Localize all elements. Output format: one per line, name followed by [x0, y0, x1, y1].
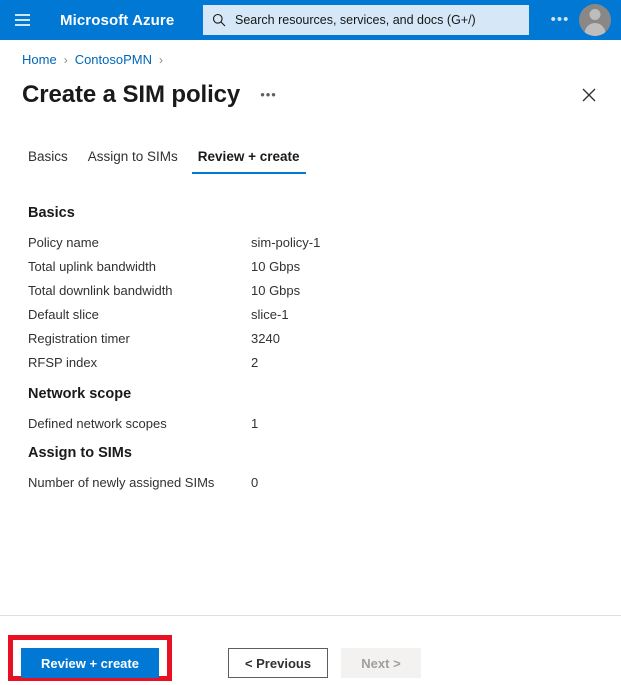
section-heading-assign-to-sims: Assign to SIMs — [28, 445, 132, 461]
summary-row-policy-name: Policy name sim-policy-1 — [0, 235, 621, 250]
avatar[interactable] — [579, 4, 611, 36]
breadcrumb-item-contosopmn[interactable]: ContosoPMN — [75, 52, 152, 67]
summary-row-total-downlink-bandwidth: Total downlink bandwidth 10 Gbps — [0, 283, 621, 298]
breadcrumb: Home › ContosoPMN › — [22, 52, 163, 67]
review-summary: Basics Policy name sim-policy-1 Total up… — [0, 205, 621, 615]
summary-value: 10 Gbps — [251, 283, 301, 298]
summary-label: Defined network scopes — [28, 416, 167, 431]
summary-label: Default slice — [28, 307, 99, 322]
global-top-bar: Microsoft Azure Search resources, servic… — [0, 0, 621, 40]
summary-label: Registration timer — [28, 331, 130, 346]
page-title: Create a SIM policy — [22, 81, 241, 108]
summary-label: RFSP index — [28, 355, 98, 370]
section-basics: Basics Policy name sim-policy-1 Total up… — [0, 205, 621, 370]
previous-button[interactable]: < Previous — [228, 648, 328, 678]
tab-basics-label: Basics — [28, 149, 68, 164]
summary-value: 0 — [251, 475, 259, 490]
chevron-right-icon: › — [159, 52, 163, 67]
tab-basics[interactable]: Basics — [18, 145, 78, 174]
tab-assign-to-sims[interactable]: Assign to SIMs — [78, 145, 188, 174]
tab-review-create-label: Review + create — [197, 149, 300, 164]
chevron-right-icon: › — [63, 52, 68, 67]
summary-label: Number of newly assigned SIMs — [28, 475, 215, 490]
summary-value: 2 — [251, 355, 259, 370]
tab-assign-to-sims-label: Assign to SIMs — [87, 149, 178, 164]
summary-label: Total uplink bandwidth — [28, 259, 156, 274]
hamburger-icon[interactable] — [0, 0, 44, 40]
summary-row-number-of-newly-assigned-sims: Number of newly assigned SIMs 0 — [0, 475, 621, 490]
blade-more-icon[interactable]: ••• — [256, 87, 281, 103]
blade-panel: Home › ContosoPMN › Create a SIM policy … — [0, 40, 621, 685]
summary-value: sim-policy-1 — [251, 235, 321, 250]
summary-row-defined-network-scopes: Defined network scopes 1 — [0, 416, 621, 431]
summary-value: 10 Gbps — [251, 259, 301, 274]
summary-row-total-uplink-bandwidth: Total uplink bandwidth 10 Gbps — [0, 259, 621, 274]
hamburger-bar — [14, 24, 30, 26]
hamburger-bar — [14, 14, 30, 16]
close-icon[interactable] — [575, 81, 603, 109]
search-icon — [212, 13, 226, 27]
search-input-placeholder[interactable]: Search resources, services, and docs (G+… — [235, 13, 476, 27]
section-heading-network-scope: Network scope — [28, 386, 132, 402]
breadcrumb-item-home[interactable]: Home — [22, 52, 57, 67]
summary-row-rfsp-index: RFSP index 2 — [0, 355, 621, 370]
hamburger-bar — [14, 19, 30, 21]
summary-label: Policy name — [28, 235, 99, 250]
section-heading-basics: Basics — [28, 205, 75, 221]
summary-label: Total downlink bandwidth — [28, 283, 173, 298]
top-bar-actions: ••• — [543, 0, 621, 40]
wizard-tabs: Basics Assign to SIMs Review + create — [18, 145, 621, 181]
summary-row-default-slice: Default slice slice-1 — [0, 307, 621, 322]
top-bar-more-icon[interactable]: ••• — [543, 0, 577, 40]
section-network-scope: Network scope Defined network scopes 1 — [0, 386, 621, 431]
tab-review-create[interactable]: Review + create — [188, 145, 310, 174]
summary-value: slice-1 — [251, 307, 289, 322]
global-search-box[interactable]: Search resources, services, and docs (G+… — [203, 5, 529, 35]
next-button: Next > — [341, 648, 421, 678]
blade-footer: Review + create < Previous Next > — [0, 616, 621, 685]
review-create-button[interactable]: Review + create — [21, 648, 159, 678]
section-assign-to-sims: Assign to SIMs Number of newly assigned … — [0, 445, 621, 490]
summary-value: 3240 — [251, 331, 280, 346]
summary-value: 1 — [251, 416, 259, 431]
summary-row-registration-timer: Registration timer 3240 — [0, 331, 621, 346]
azure-brand-link[interactable]: Microsoft Azure — [60, 12, 174, 29]
blade-title-row: Create a SIM policy ••• — [22, 75, 603, 115]
